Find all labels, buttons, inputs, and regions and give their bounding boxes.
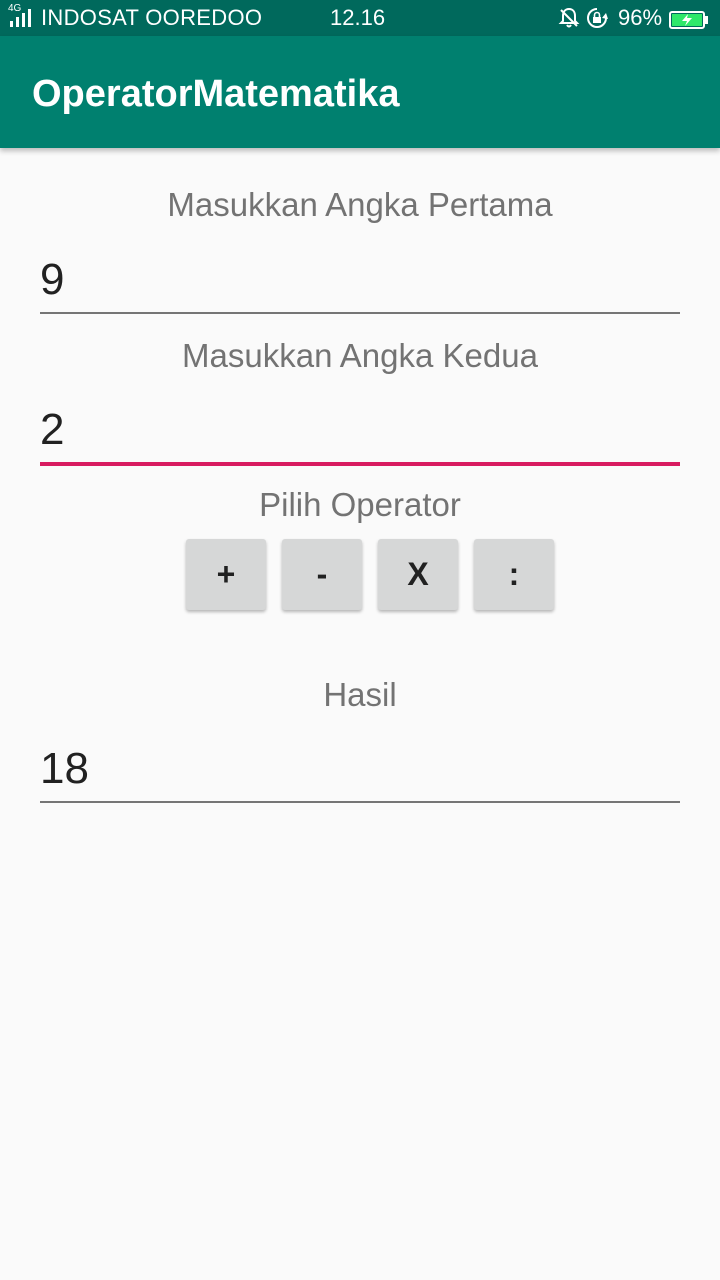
result-label: Hasil xyxy=(323,676,397,713)
status-bar: 4G INDOSAT OOREDOO 12.16 96% xyxy=(0,0,720,36)
first-number-label: Masukkan Angka Pertama xyxy=(167,186,553,223)
app-title: OperatorMatematika xyxy=(32,73,400,115)
signal-icon: 4G xyxy=(8,4,38,28)
carrier-name: INDOSAT OOREDOO xyxy=(41,5,263,30)
first-number-field[interactable]: 9 xyxy=(40,252,680,314)
subtract-button[interactable]: - xyxy=(282,539,362,610)
battery-percentage: 96% xyxy=(618,5,663,30)
result-field[interactable]: 18 xyxy=(40,741,680,803)
result-value: 18 xyxy=(40,744,89,793)
bell-off-icon xyxy=(558,7,580,29)
multiply-button[interactable]: X xyxy=(378,539,458,610)
add-button[interactable]: + xyxy=(186,539,266,610)
operator-label: Pilih Operator xyxy=(259,486,461,523)
second-number-value: 2 xyxy=(40,405,65,454)
battery-charging-icon xyxy=(669,9,709,29)
first-number-value: 9 xyxy=(40,255,65,304)
second-number-label: Masukkan Angka Kedua xyxy=(182,337,538,374)
divide-button[interactable]: : xyxy=(474,539,554,610)
second-number-field[interactable]: 2 xyxy=(40,402,680,466)
rotation-lock-icon xyxy=(585,7,609,29)
app-bar: OperatorMatematika xyxy=(0,36,720,148)
status-time: 12.16 xyxy=(330,5,386,30)
